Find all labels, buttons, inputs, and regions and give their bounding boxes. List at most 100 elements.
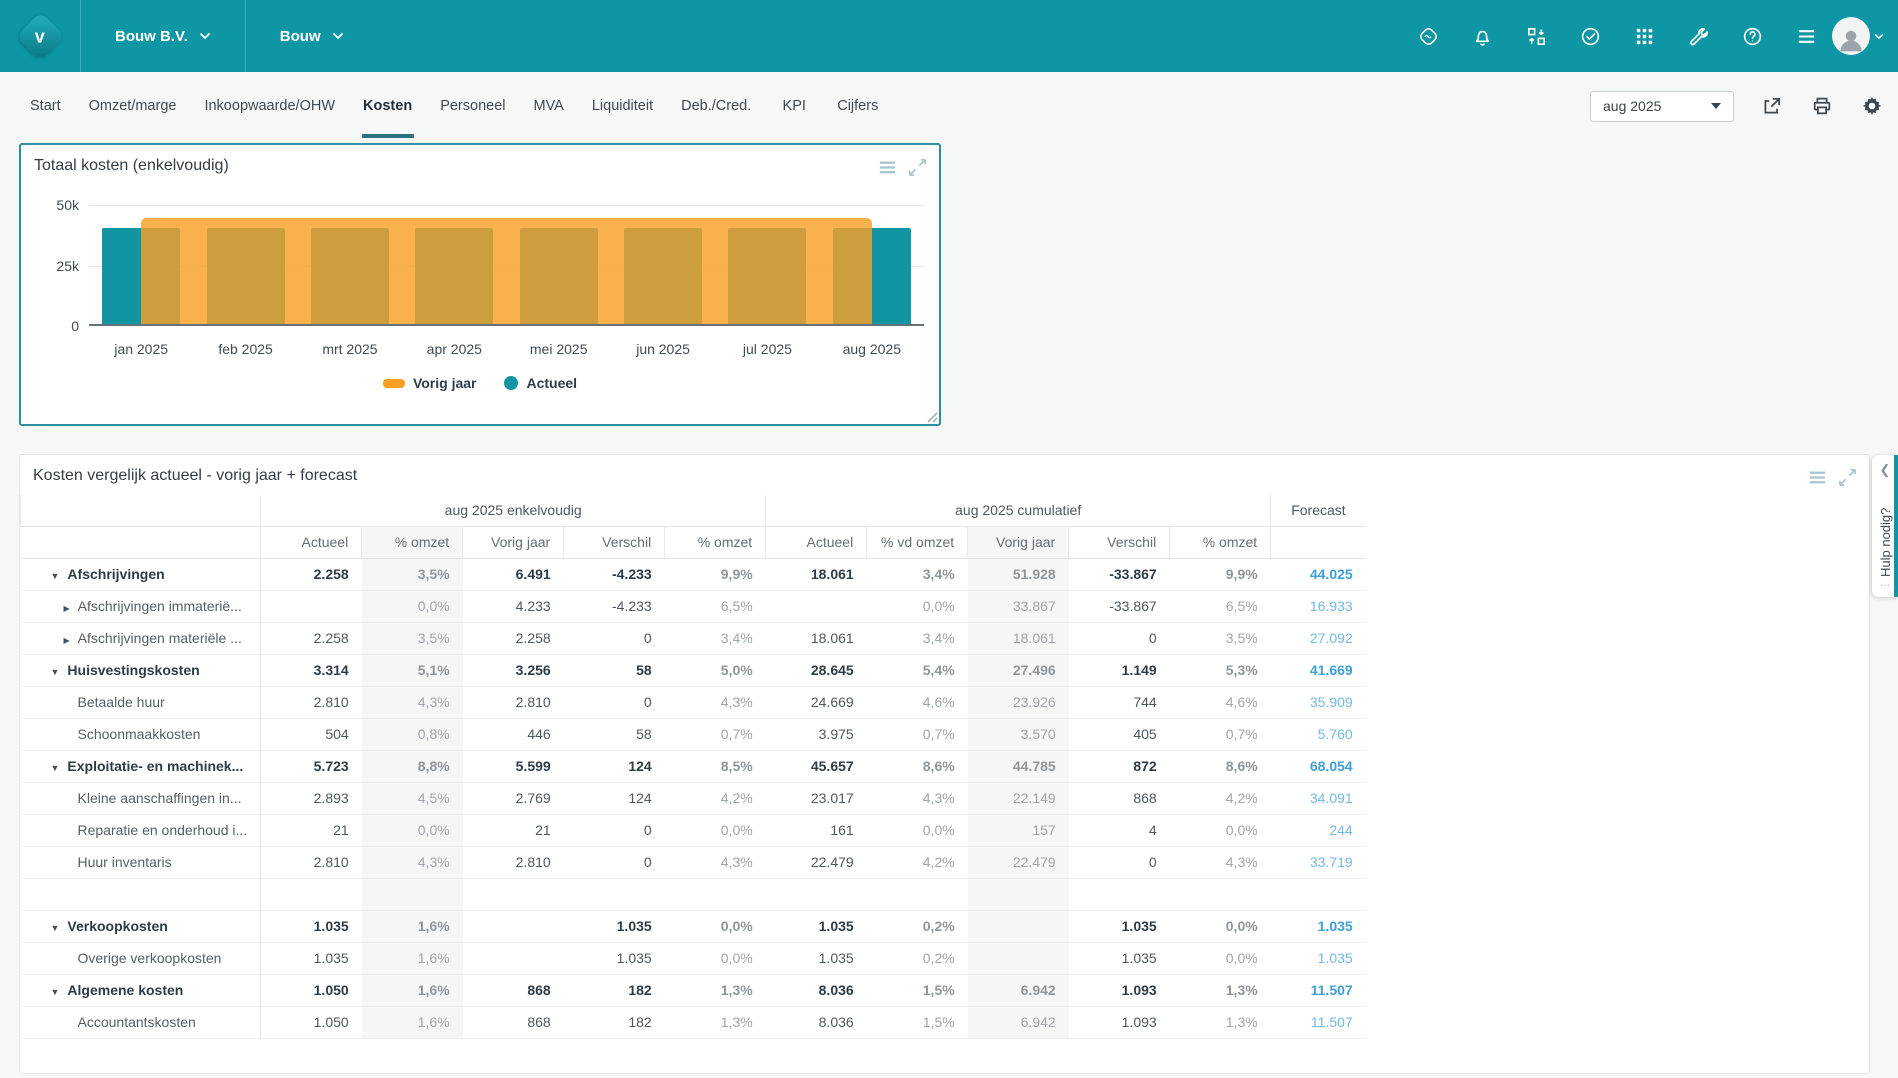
- x-axis-label: feb 2025: [218, 341, 273, 357]
- column-header-vorig-jaar[interactable]: Vorig jaar: [462, 526, 564, 559]
- row-label[interactable]: Schoonmaakkosten: [78, 726, 201, 742]
- row-label[interactable]: Accountantskosten: [78, 1014, 196, 1030]
- widget-expand-icon[interactable]: [907, 157, 927, 177]
- value-cell: 6,5%: [1169, 590, 1271, 623]
- app-logo[interactable]: v: [0, 0, 80, 72]
- row-label[interactable]: Huur inventaris: [78, 854, 172, 870]
- value-cell: 44.785: [967, 750, 1069, 783]
- column-header-omzet[interactable]: % omzet: [1169, 526, 1271, 559]
- row-label[interactable]: Exploitatie- en machinek...: [67, 758, 243, 774]
- value-cell: 3.314: [260, 654, 362, 687]
- collapse-triangle-icon[interactable]: ▼: [51, 667, 60, 677]
- row-label-header: [20, 526, 262, 559]
- brand-mark-icon[interactable]: [1416, 24, 1440, 48]
- column-header-omzet[interactable]: % omzet: [361, 526, 463, 559]
- legend-item-actueel[interactable]: Actueel: [504, 375, 577, 391]
- tab-omzet-marge[interactable]: Omzet/marge: [75, 72, 191, 140]
- tab-cijfers[interactable]: Cijfers: [823, 72, 892, 140]
- brand-logo-icon: v: [15, 11, 65, 61]
- row-label[interactable]: Afschrijvingen materiële ...: [78, 630, 242, 646]
- widget-expand-icon[interactable]: [1837, 467, 1857, 487]
- row-label[interactable]: Kleine aanschaffingen in...: [78, 790, 242, 806]
- tab-start[interactable]: Start: [16, 72, 75, 140]
- value-cell: 2.258: [260, 622, 362, 655]
- column-header-verschil[interactable]: Verschil: [1068, 526, 1170, 559]
- column-header-actueel[interactable]: Actueel: [260, 526, 362, 559]
- value-cell: 0,0%: [866, 590, 968, 623]
- import-export-icon[interactable]: [1524, 24, 1548, 48]
- notifications-bell-icon[interactable]: [1470, 24, 1494, 48]
- settings-gear-icon[interactable]: [1860, 94, 1884, 118]
- collapse-triangle-icon[interactable]: ▼: [51, 571, 60, 581]
- collapse-triangle-icon[interactable]: ▼: [51, 987, 60, 997]
- row-label[interactable]: Afschrijvingen immaterië...: [78, 598, 242, 614]
- column-header-actueel[interactable]: Actueel: [765, 526, 867, 559]
- tab-mva[interactable]: MVA: [519, 72, 577, 140]
- row-label[interactable]: Reparatie en onderhoud i...: [78, 822, 248, 838]
- company-selector[interactable]: Bouw B.V.: [81, 0, 245, 72]
- bar-band-vorig-jaar[interactable]: [141, 217, 872, 324]
- column-header-vd-omzet[interactable]: % vd omzet: [866, 526, 968, 559]
- help-tab-accent: [1894, 455, 1898, 597]
- column-header-verschil[interactable]: Verschil: [563, 526, 665, 559]
- expand-triangle-icon[interactable]: ▶: [64, 636, 70, 645]
- value-cell: 3,4%: [866, 622, 968, 655]
- row-label[interactable]: Betaalde huur: [78, 694, 165, 710]
- value-cell: 4,2%: [664, 782, 766, 815]
- tools-wrench-icon[interactable]: [1686, 24, 1710, 48]
- value-cell: 2.893: [260, 782, 362, 815]
- value-cell: 6.942: [967, 1006, 1069, 1039]
- share-icon[interactable]: [1760, 94, 1784, 118]
- widget-menu-icon[interactable]: [877, 157, 897, 177]
- column-group-forecast: Forecast: [1270, 495, 1366, 527]
- expand-triangle-icon[interactable]: ▶: [64, 604, 70, 613]
- tab-liquiditeit[interactable]: Liquiditeit: [578, 72, 667, 140]
- tab-inkoopwaarde-ohw[interactable]: Inkoopwaarde/OHW: [190, 72, 349, 140]
- dashboard-selector[interactable]: Bouw: [246, 0, 378, 72]
- row-label[interactable]: Verkoopkosten: [67, 918, 167, 934]
- chart-legend: Vorig jaar Actueel: [21, 375, 939, 391]
- table-row-betaalde-huur: Betaalde huur 2.810 4,3% 2.810 0 4,3% 24.669 4,…: [20, 686, 1366, 719]
- value-cell: 161: [765, 814, 867, 847]
- row-label[interactable]: Algemene kosten: [67, 982, 183, 998]
- column-group-aug-2025-cumulatief: aug 2025 cumulatief: [765, 495, 1271, 527]
- column-header-omzet[interactable]: % omzet: [664, 526, 766, 559]
- menu-icon[interactable]: [1794, 24, 1818, 48]
- row-label[interactable]: Afschrijvingen: [67, 566, 164, 582]
- table-title: Kosten vergelijk actueel - vorig jaar + …: [33, 467, 358, 484]
- print-icon[interactable]: [1810, 94, 1834, 118]
- table-row-exploitatie-en-machinek: ▼ Exploitatie- en machinek... 5.723 8,8% 5.5…: [20, 750, 1366, 783]
- row-label[interactable]: Huisvestingskosten: [67, 662, 199, 678]
- value-cell: 6,5%: [664, 590, 766, 623]
- tab-kpi[interactable]: KPI: [765, 72, 823, 140]
- value-cell: 45.657: [765, 750, 867, 783]
- tasks-check-icon[interactable]: [1578, 24, 1602, 48]
- tab-kosten[interactable]: Kosten: [349, 72, 426, 140]
- value-cell: 5,4%: [866, 654, 968, 687]
- costs-comparison-table: aug 2025 enkelvoudig aug 2025 cumulatief F…: [19, 495, 1366, 1039]
- collapse-triangle-icon[interactable]: ▼: [51, 763, 60, 773]
- forecast-cell: 1.035: [1270, 910, 1366, 943]
- value-cell: [1068, 878, 1170, 911]
- user-menu[interactable]: [1832, 17, 1884, 55]
- value-cell: 1,3%: [664, 974, 766, 1007]
- period-dropdown[interactable]: aug 2025: [1590, 90, 1734, 122]
- column-header-vorig-jaar[interactable]: Vorig jaar: [967, 526, 1069, 559]
- help-side-tab[interactable]: ❮ Hulp nodig? …: [1872, 455, 1898, 597]
- legend-item-vorig-jaar[interactable]: Vorig jaar: [382, 375, 476, 391]
- value-cell: 8,5%: [664, 750, 766, 783]
- value-cell: 1,3%: [1169, 1006, 1271, 1039]
- value-cell: 8.036: [765, 974, 867, 1007]
- apps-grid-icon[interactable]: [1632, 24, 1656, 48]
- value-cell: 124: [563, 782, 665, 815]
- tab-deb-cred[interactable]: Deb./Cred.: [667, 72, 765, 140]
- widget-menu-icon[interactable]: [1807, 467, 1827, 487]
- widget-resize-handle[interactable]: [925, 410, 938, 423]
- help-icon[interactable]: [1740, 24, 1764, 48]
- value-cell: 0,0%: [1169, 910, 1271, 943]
- row-label[interactable]: Overige verkoopkosten: [78, 950, 222, 966]
- collapse-triangle-icon[interactable]: ▼: [51, 923, 60, 933]
- chart-widget: Totaal kosten (enkelvoudig) 50k 25k 0 jan …: [19, 143, 941, 426]
- tab-personeel[interactable]: Personeel: [426, 72, 519, 140]
- y-axis-tick-label: 50k: [56, 197, 79, 213]
